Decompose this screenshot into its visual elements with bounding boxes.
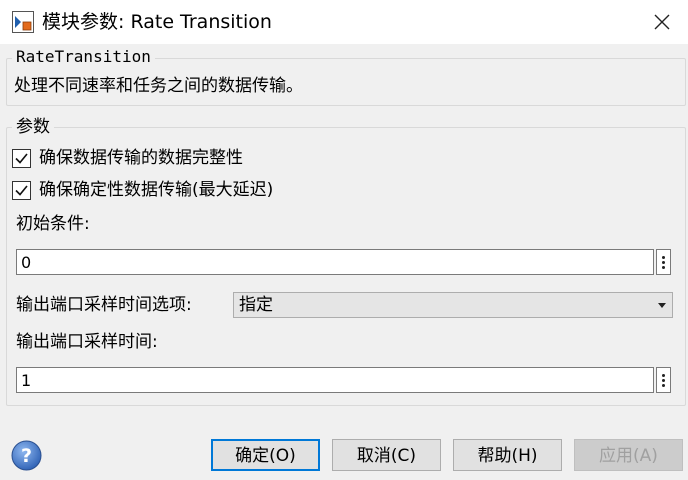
ensure-deterministic-checkbox[interactable]: 确保确定性数据传输(最大延迟) bbox=[12, 179, 273, 201]
cancel-button[interactable]: 取消(C) bbox=[332, 439, 441, 471]
sample-time-option-label: 输出端口采样时间选项: bbox=[16, 295, 192, 315]
checkbox-box[interactable] bbox=[12, 148, 31, 168]
question-icon: ? bbox=[11, 440, 42, 471]
initial-condition-more-button[interactable] bbox=[656, 249, 671, 275]
close-icon bbox=[654, 14, 670, 30]
svg-text:?: ? bbox=[21, 445, 32, 467]
checkmark-icon bbox=[15, 184, 28, 196]
sample-time-option-select[interactable]: 指定 bbox=[233, 292, 673, 318]
sample-time-more-button[interactable] bbox=[656, 367, 671, 393]
block-description: 处理不同速率和任务之间的数据传输。 bbox=[14, 76, 303, 96]
simulink-block-icon bbox=[12, 11, 34, 33]
ensure-integrity-label: 确保数据传输的数据完整性 bbox=[39, 148, 243, 168]
checkbox-box[interactable] bbox=[12, 180, 31, 200]
sample-time-input[interactable] bbox=[16, 367, 654, 393]
help-icon-button[interactable]: ? bbox=[11, 440, 42, 471]
window-title: 模块参数: Rate Transition bbox=[42, 11, 272, 33]
ensure-deterministic-label: 确保确定性数据传输(最大延迟) bbox=[39, 180, 274, 200]
title-bar: 模块参数: Rate Transition bbox=[0, 0, 688, 44]
sample-time-label: 输出端口采样时间: bbox=[16, 332, 158, 352]
apply-button[interactable]: 应用(A) bbox=[574, 439, 683, 471]
ensure-integrity-checkbox[interactable]: 确保数据传输的数据完整性 bbox=[12, 147, 243, 169]
chevron-down-icon bbox=[658, 303, 666, 308]
initial-condition-input[interactable] bbox=[16, 249, 654, 275]
checkmark-icon bbox=[15, 152, 28, 164]
parameters-legend: 参数 bbox=[12, 117, 54, 137]
close-button[interactable] bbox=[644, 6, 680, 38]
block-name-legend: RateTransition bbox=[12, 47, 155, 67]
ok-button[interactable]: 确定(O) bbox=[211, 439, 320, 471]
help-button[interactable]: 帮助(H) bbox=[453, 439, 562, 471]
kebab-menu-icon bbox=[662, 255, 665, 259]
initial-condition-label: 初始条件: bbox=[16, 214, 90, 234]
sample-time-option-value: 指定 bbox=[239, 295, 273, 315]
kebab-menu-icon bbox=[662, 373, 665, 377]
